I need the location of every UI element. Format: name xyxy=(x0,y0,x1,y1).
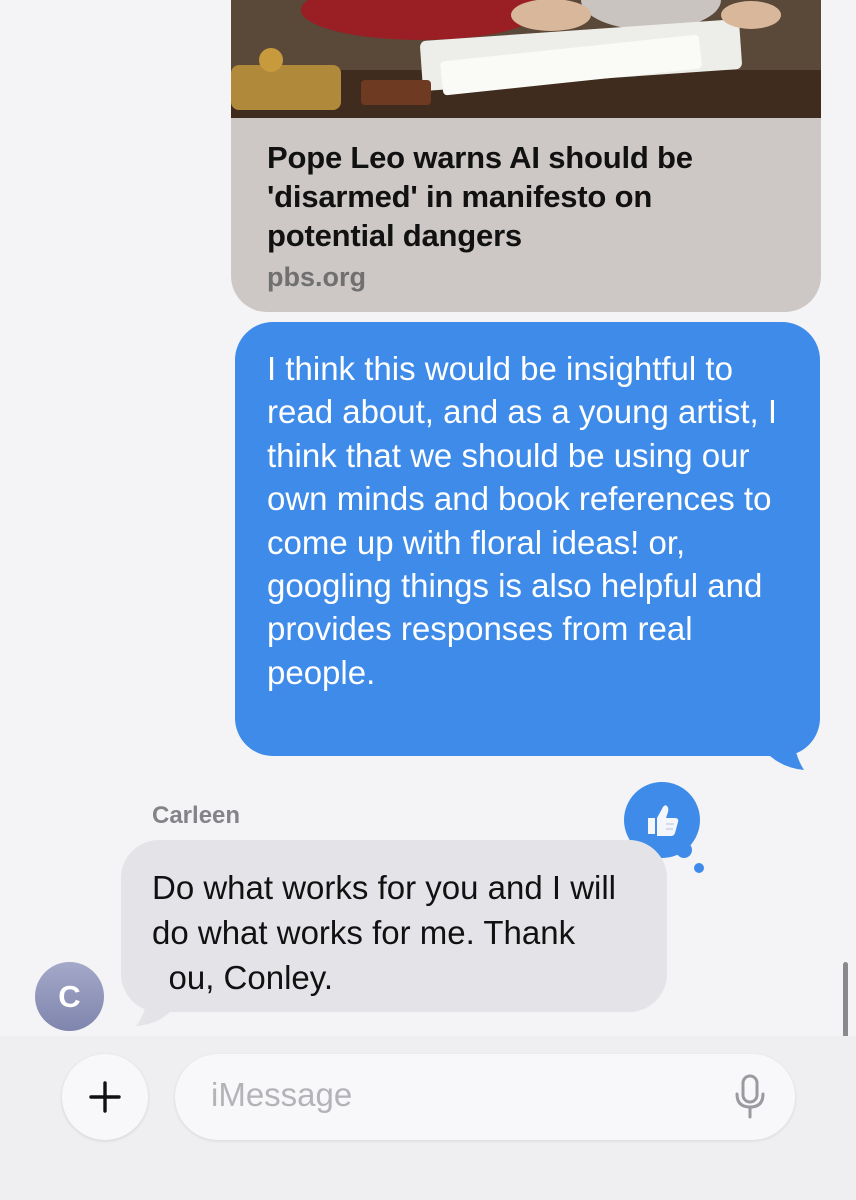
outgoing-message-bubble[interactable]: I think this would be insightful to read… xyxy=(235,322,820,756)
message-input-placeholder: iMessage xyxy=(211,1076,353,1113)
incoming-bubble-tail xyxy=(136,968,170,1026)
add-attachment-button[interactable] xyxy=(62,1054,148,1140)
plus-icon xyxy=(89,1081,121,1113)
incoming-message-bubble[interactable]: Do what works for you and I will do what… xyxy=(121,840,667,1012)
incoming-message-text: Do what works for you and I will do what… xyxy=(152,869,617,996)
avatar[interactable]: C xyxy=(35,962,104,1031)
link-preview-text: Pope Leo warns AI should be 'disarmed' i… xyxy=(267,138,787,293)
link-preview-image xyxy=(231,0,821,118)
outgoing-bubble-tail xyxy=(770,712,804,770)
link-preview-domain: pbs.org xyxy=(267,262,366,292)
avatar-initial: C xyxy=(58,978,81,1014)
link-preview-card[interactable]: Pope Leo warns AI should be 'disarmed' i… xyxy=(231,0,821,312)
link-preview-title: Pope Leo warns AI should be 'disarmed' i… xyxy=(267,140,693,253)
outgoing-message-text: I think this would be insightful to read… xyxy=(267,350,778,691)
thumbs-up-icon xyxy=(648,805,679,836)
microphone-icon[interactable] xyxy=(733,1074,767,1120)
scrollbar[interactable] xyxy=(843,962,848,1042)
sender-name: Carleen xyxy=(152,802,241,829)
tapback-dot xyxy=(694,863,704,873)
message-input[interactable]: iMessage xyxy=(175,1054,795,1140)
